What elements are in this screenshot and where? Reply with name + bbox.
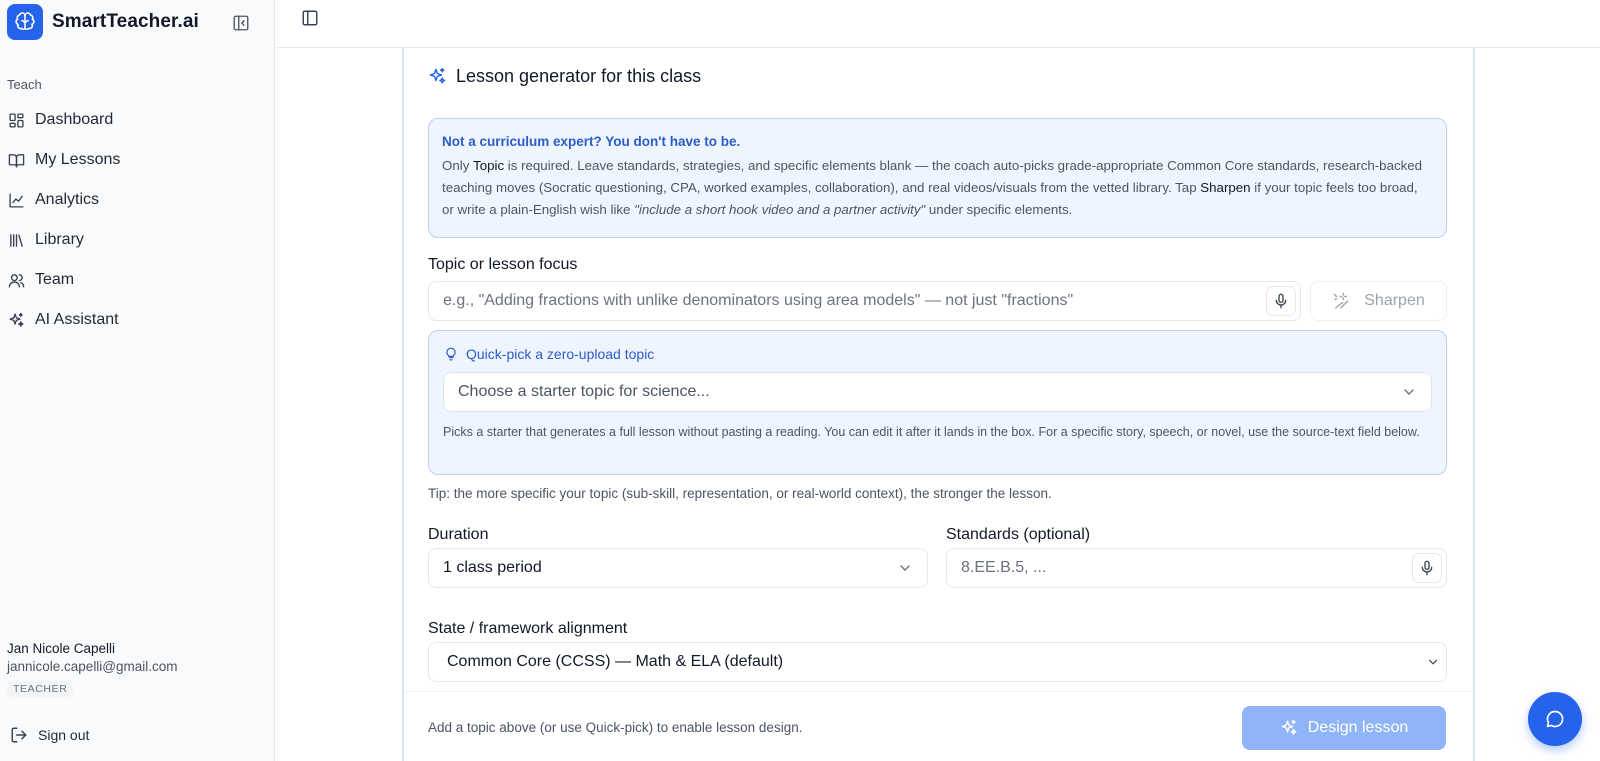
app-name: SmartTeacher.ai xyxy=(52,11,199,32)
starter-topic-placeholder: Choose a starter topic for science... xyxy=(458,383,710,400)
standards-input[interactable]: 8.EE.B.5, ... xyxy=(946,548,1447,588)
card-title-text: Lesson generator for this class xyxy=(456,66,702,86)
panel-left-icon xyxy=(302,10,318,26)
section-label-teach: Teach xyxy=(7,77,42,92)
topic-placeholder: e.g., "Adding fractions with unlike deno… xyxy=(443,292,1074,309)
sidebar-item-label: My Lessons xyxy=(35,151,121,168)
quick-pick-title: Quick-pick a zero-upload topic xyxy=(444,346,654,362)
sidebar-item-ai-assistant[interactable]: AI Assistant xyxy=(0,300,274,340)
sidebar-item-dashboard[interactable]: Dashboard xyxy=(0,100,274,140)
sidebar-item-label: Dashboard xyxy=(35,111,114,128)
footer-hint: Add a topic above (or use Quick-pick) to… xyxy=(428,720,803,735)
standards-label: Standards (optional) xyxy=(946,526,1091,543)
sidebar-item-label: Team xyxy=(35,271,75,288)
framework-select[interactable]: Common Core (CCSS) — Math & ELA (default… xyxy=(428,642,1447,682)
sharpen-button[interactable]: Sharpen xyxy=(1310,281,1447,321)
standards-placeholder: 8.EE.B.5, ... xyxy=(961,559,1047,576)
topic-input[interactable]: e.g., "Adding fractions with unlike deno… xyxy=(428,281,1301,321)
sidebar-item-my-lessons[interactable]: My Lessons xyxy=(0,140,274,180)
dashboard-icon xyxy=(7,111,25,129)
sidebar-nav: Dashboard My Lessons Analytics Library T… xyxy=(0,100,274,340)
line-chart-icon xyxy=(7,191,25,209)
sidebar-item-analytics[interactable]: Analytics xyxy=(0,180,274,220)
sparkles-icon xyxy=(429,67,446,84)
user-email: jannicole.capelli@gmail.com xyxy=(7,659,178,674)
chat-button[interactable] xyxy=(1528,692,1582,746)
framework-label: State / framework alignment xyxy=(428,620,628,637)
brain-logo-icon xyxy=(7,4,43,40)
topic-tip: Tip: the more specific your topic (sub-s… xyxy=(428,486,1052,501)
sidebar-item-team[interactable]: Team xyxy=(0,260,274,300)
topbar xyxy=(276,0,1600,48)
sidebar-item-label: Analytics xyxy=(35,191,100,208)
role-badge: TEACHER xyxy=(7,681,74,697)
sign-out-button[interactable]: Sign out xyxy=(10,726,89,744)
chevron-down-icon xyxy=(1428,659,1438,665)
sidebar: SmartTeacher.ai Teach Dashboard My Lesso… xyxy=(0,0,275,761)
design-lesson-button[interactable]: Design lesson xyxy=(1242,706,1446,750)
chat-bubble-icon xyxy=(1546,710,1564,728)
book-open-icon xyxy=(7,151,25,169)
quick-pick-panel: Quick-pick a zero-upload topic Choose a … xyxy=(428,330,1447,475)
quick-pick-title-text: Quick-pick a zero-upload topic xyxy=(466,346,655,362)
microphone-icon xyxy=(1421,560,1433,576)
duration-value: 1 class period xyxy=(443,559,542,576)
toggle-sidebar-button[interactable] xyxy=(300,8,320,28)
chevron-down-icon xyxy=(1404,389,1414,395)
collapse-sidebar-button[interactable] xyxy=(231,13,251,33)
topic-label: Topic or lesson focus xyxy=(428,256,578,273)
log-out-icon xyxy=(11,727,27,743)
sparkles-icon xyxy=(7,311,25,329)
design-lesson-label: Design lesson xyxy=(1307,719,1409,736)
microphone-icon xyxy=(1275,293,1287,309)
brand[interactable]: SmartTeacher.ai xyxy=(7,4,199,40)
magic-wand-icon xyxy=(1333,292,1349,309)
framework-value: Common Core (CCSS) — Math & ELA (default… xyxy=(447,653,784,670)
sidebar-item-library[interactable]: Library xyxy=(0,220,274,260)
info-callout: Not a curriculum expert? You don't have … xyxy=(428,118,1447,238)
info-title: Not a curriculum expert? You don't have … xyxy=(442,134,741,149)
standards-mic-button[interactable] xyxy=(1412,553,1442,583)
sidebar-item-label: Library xyxy=(35,231,84,248)
card-title: Lesson generator for this class xyxy=(428,66,701,87)
sidebar-item-label: AI Assistant xyxy=(35,311,119,328)
generator-footer: Add a topic above (or use Quick-pick) to… xyxy=(404,691,1473,761)
chevron-down-icon xyxy=(900,565,910,571)
quick-pick-help: Picks a starter that generates a full le… xyxy=(443,425,1420,439)
sign-out-label: Sign out xyxy=(38,727,90,743)
users-icon xyxy=(7,271,25,289)
duration-select[interactable]: 1 class period xyxy=(428,548,928,588)
starter-topic-select[interactable]: Choose a starter topic for science... xyxy=(443,372,1432,412)
sharpen-label: Sharpen xyxy=(1364,292,1425,309)
library-icon xyxy=(7,231,25,249)
sparkles-icon xyxy=(1281,719,1297,735)
panel-collapse-icon xyxy=(233,15,249,31)
topic-mic-button[interactable] xyxy=(1266,286,1296,316)
lightbulb-icon xyxy=(446,347,456,361)
duration-label: Duration xyxy=(428,526,489,543)
user-name: Jan Nicole Capelli xyxy=(7,641,116,656)
info-body: Only Topic is required. Leave standards,… xyxy=(442,158,1423,217)
